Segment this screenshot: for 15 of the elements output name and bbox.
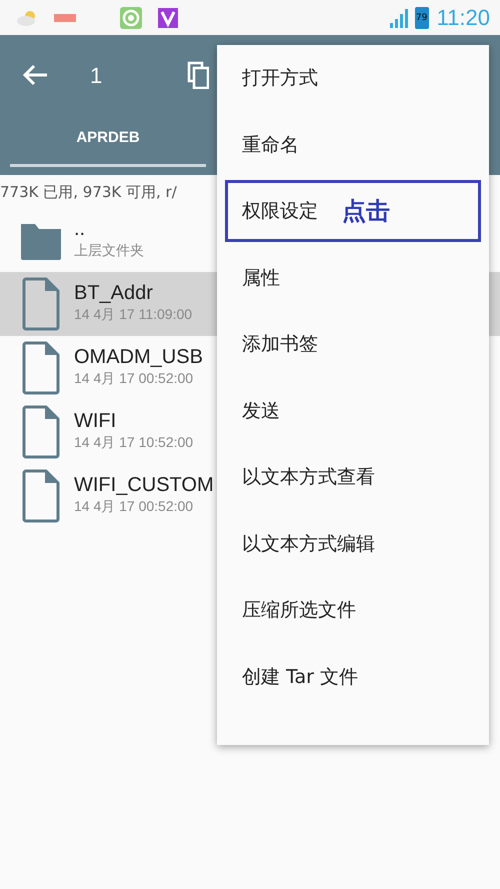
- file-detail: 上层文件夹: [74, 241, 144, 260]
- file-name: OMADM_USB: [74, 346, 203, 368]
- storage-info: 773K 已用, 973K 可用, r/: [0, 182, 178, 203]
- battery-icon: 79: [414, 6, 429, 28]
- file-name: WIFI_CUSTOM: [74, 474, 214, 496]
- file-detail: 14 4月 17 00:52:00: [74, 369, 194, 388]
- selection-count: 1: [90, 62, 102, 90]
- callout-text: 点击: [342, 196, 390, 228]
- clock: 11:20: [436, 4, 490, 32]
- file-name: ..: [74, 218, 86, 240]
- file-detail: 14 4月 17 11:09:00: [74, 305, 192, 324]
- file-name: WIFI: [74, 410, 118, 432]
- file-detail: 14 4月 17 00:52:00: [74, 497, 194, 516]
- file-detail: 14 4月 17 10:52:00: [74, 433, 194, 452]
- file-name: BT_Addr: [74, 282, 154, 304]
